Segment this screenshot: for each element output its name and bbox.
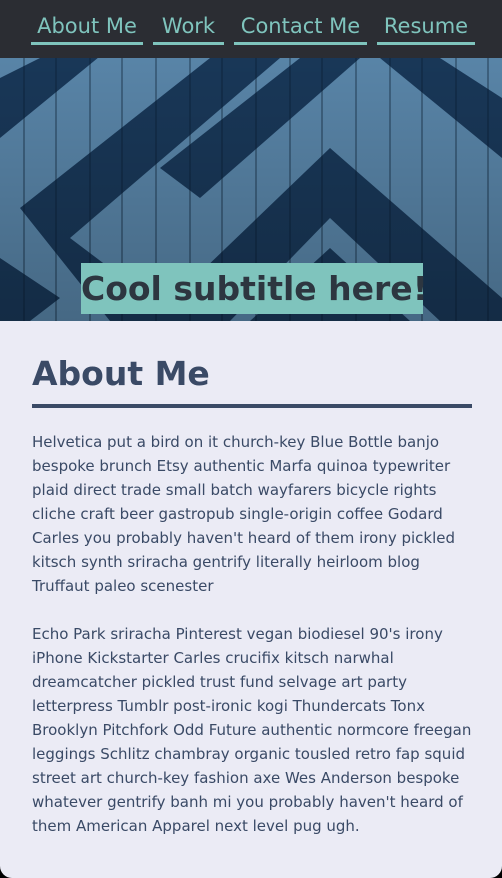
title-divider — [32, 404, 472, 408]
hero-subtitle: Cool subtitle here! — [81, 263, 428, 314]
nav-link-resume[interactable]: Resume — [377, 12, 475, 45]
page-frame: About Me Work Contact Me Resume Cool sub… — [0, 0, 502, 878]
nav-link-work[interactable]: Work — [153, 12, 224, 45]
about-paragraph-1: Helvetica put a bird on it church-key Bl… — [32, 433, 456, 595]
section-title: About Me — [32, 354, 210, 393]
nav-link-contact[interactable]: Contact Me — [234, 12, 367, 45]
top-nav: About Me Work Contact Me Resume — [0, 0, 502, 58]
about-paragraph-2: Echo Park sriracha Pinterest vegan biodi… — [32, 625, 472, 835]
about-section: About Me Helvetica put a bird on it chur… — [32, 352, 472, 838]
nav-link-about[interactable]: About Me — [31, 12, 143, 45]
